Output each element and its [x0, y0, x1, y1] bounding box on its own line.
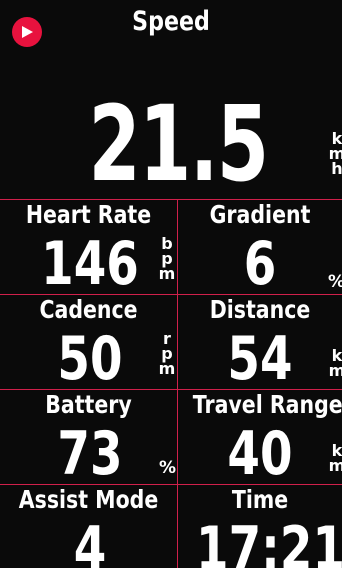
cadence-unit: r p m: [158, 331, 176, 378]
gradient-unit: %: [328, 272, 342, 292]
speed-value: 21.5: [88, 83, 268, 205]
time-value: 17:21: [196, 514, 342, 568]
battery-unit: %: [159, 458, 177, 478]
cadence-label: Cadence: [39, 295, 138, 324]
battery-value: 73: [57, 419, 123, 489]
cadence-unit-m: m: [158, 359, 176, 378]
heart-rate-unit-m: m: [158, 264, 176, 283]
heart-rate-value: 146: [41, 229, 139, 299]
distance-label: Distance: [209, 295, 311, 324]
travel-range-unit: k m: [328, 443, 342, 475]
assist-mode-label: Assist Mode: [18, 485, 159, 514]
gradient-value: 6: [243, 229, 277, 299]
heart-rate-unit: b p m: [158, 236, 176, 283]
travel-range-value: 40: [227, 419, 293, 489]
time-label: Time: [231, 485, 289, 514]
heart-rate-label: Heart Rate: [25, 200, 152, 229]
assist-mode-value: 4: [73, 514, 107, 568]
speed-label: Speed: [132, 6, 210, 37]
cycle-computer-screen: Speed 21.5 k m h Heart Rate 146 b p m Gr…: [0, 0, 342, 568]
cadence-value: 50: [57, 324, 123, 394]
travel-range-unit-m: m: [328, 456, 342, 475]
distance-unit-m: m: [328, 361, 342, 380]
speed-unit: k m h: [329, 131, 342, 178]
gradient-label: Gradient: [209, 200, 311, 229]
battery-label: Battery: [45, 390, 132, 419]
distance-value: 54: [227, 324, 293, 394]
travel-range-label: Travel Range: [192, 390, 342, 419]
vertical-divider: [177, 199, 178, 568]
speed-unit-h: h: [331, 159, 342, 178]
distance-unit: k m: [328, 348, 342, 380]
